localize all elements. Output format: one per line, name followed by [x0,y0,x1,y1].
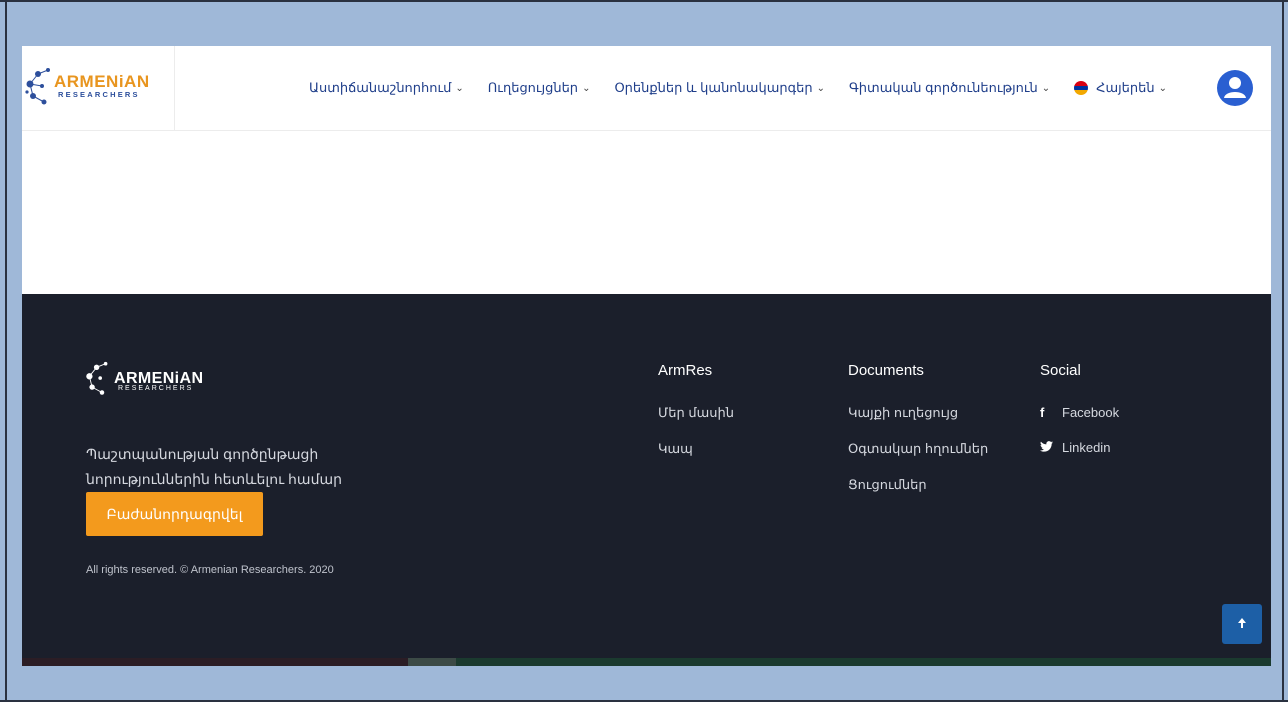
window-border-top [0,0,1288,2]
language-label: Հայերեն [1096,80,1155,95]
scroll-to-top-button[interactable] [1222,604,1262,644]
column-title: Documents [848,362,924,379]
link-linkedin[interactable]: Linkedin [1040,440,1119,455]
link-about-us[interactable]: Մեր մասին [658,405,734,421]
subscribe-button[interactable]: Բաժանորդագրվել [86,492,263,536]
nav-item-label: Աստիճանաշնորհում [309,80,452,95]
nav-item-label: Գիտական գործունեություն [849,80,1038,95]
copyright-text: All rights reserved. © Armenian Research… [86,564,334,576]
link-contact[interactable]: Կապ [658,441,734,457]
armenia-flag-icon [1074,81,1089,95]
footer-column-social: Social f Facebook Linkedin [1040,362,1119,475]
nav-item-label: Օրենքներ և կանոնակարգեր [614,80,813,95]
footer-column-documents: Documents Կայքի ուղեցույց Օգտակար հղումն… [848,362,988,513]
footer-logo-subtitle: RESEARCHERS [118,385,194,392]
user-account-button[interactable] [1217,70,1253,106]
social-label: Linkedin [1062,440,1111,455]
nav-item-label: Ուղեցույցներ [487,80,579,95]
taskbar-app-segment[interactable] [408,658,456,666]
nav-item-laws[interactable]: Օրենքներ և կանոնակարգեր ⌄ [614,80,825,96]
nav-item-research[interactable]: Գիտական գործունեություն ⌄ [849,80,1050,96]
nav-item-degree-awarding[interactable]: Աստիճանաշնորհում ⌄ [309,80,464,96]
link-facebook[interactable]: f Facebook [1040,405,1119,420]
footer-logo[interactable]: ARMENiAN RESEARCHERS [84,356,224,406]
nav-item-guides[interactable]: Ուղեցույցներ ⌄ [488,80,591,96]
link-site-guide[interactable]: Կայքի ուղեցույց [848,405,988,421]
language-selector[interactable]: Հայերեն ⌄ [1074,80,1167,96]
chevron-down-icon: ⌄ [816,82,826,94]
arrow-up-icon [1238,617,1246,628]
link-instructions[interactable]: Ցուցումներ [848,477,988,493]
social-label: Facebook [1062,405,1120,420]
link-useful-links[interactable]: Օգտակար հղումներ [848,441,988,457]
site-header: ARMENiAN RESEARCHERS Աստիճանաշնորհում ⌄ Ո… [22,46,1271,131]
page-viewport: ARMENiAN RESEARCHERS Աստիճանաշնորհում ⌄ Ո… [22,46,1271,666]
window-border-right [1282,0,1284,702]
column-title: Social [1040,362,1081,379]
logo-title: ARMENiAN [54,72,150,91]
footer-description: Պաշտպանության գործընթացի նորություններին… [86,446,342,487]
window-border-left [5,0,7,702]
twitter-icon [1040,440,1054,455]
chevron-down-icon: ⌄ [582,82,591,94]
chevron-down-icon: ⌄ [455,82,464,94]
site-footer: ARMENiAN RESEARCHERS Պաշտպանության գործը… [22,294,1271,666]
user-icon [1224,77,1246,98]
chevron-down-icon: ⌄ [1041,82,1051,94]
main-nav: Աստիճանաշնորհում ⌄ Ուղեցույցներ ⌄ Օրենքներ… [309,76,1187,100]
logo-subtitle: RESEARCHERS [58,90,140,99]
taskbar-left-segment [22,658,408,666]
site-logo[interactable]: ARMENiAN RESEARCHERS [22,46,175,130]
column-title: ArmRes [658,362,713,379]
footer-column-armres: ArmRes Մեր մասին Կապ [658,362,734,477]
chevron-down-icon: ⌄ [1158,82,1168,94]
facebook-icon: f [1040,405,1045,420]
